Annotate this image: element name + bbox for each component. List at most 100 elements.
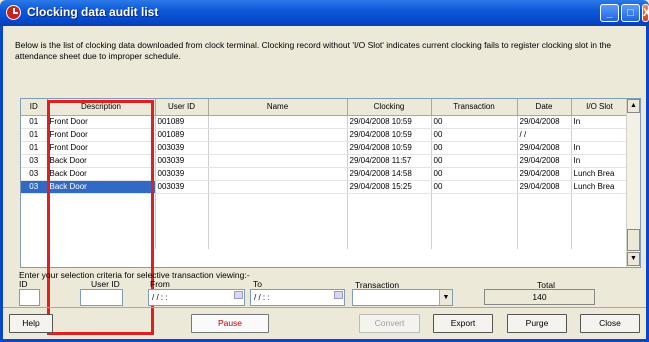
table-row[interactable]: 03 Back Door 003039 29/04/2008 11:57 00 29/04… — [21, 154, 629, 168]
cell-io-slot: Lunch Brea — [571, 167, 629, 181]
empty-cell — [517, 207, 572, 221]
cell-description: Front Door — [47, 128, 156, 142]
scroll-thumb[interactable] — [627, 229, 640, 251]
purge-button[interactable]: Purge — [507, 314, 567, 333]
column-header-date[interactable]: Date — [517, 99, 572, 116]
cell-clocking: 29/04/2008 14:58 — [347, 167, 432, 181]
empty-cell — [155, 193, 209, 207]
empty-cell — [571, 221, 629, 235]
empty-cell — [347, 207, 432, 221]
table-row[interactable]: 01 Front Door 001089 29/04/2008 10:59 00/ / — [21, 128, 629, 142]
from-calendar-icon[interactable] — [234, 291, 243, 299]
empty-cell — [347, 235, 432, 249]
title-bar: Clocking data audit list _ □ X — [0, 0, 649, 26]
cell-description: Back Door — [47, 167, 156, 181]
cell-transaction: 00 — [431, 154, 518, 168]
user-id-field[interactable] — [80, 289, 123, 306]
close-button[interactable]: Close — [580, 314, 640, 333]
empty-cell — [21, 207, 48, 221]
table-row[interactable]: 01 Front Door 003039 29/04/2008 10:59 00 29/0… — [21, 141, 629, 155]
cell-user-id: 003039 — [155, 154, 209, 168]
cell-name — [208, 141, 348, 155]
column-header-clocking[interactable]: Clocking — [347, 99, 432, 116]
clocking-data-grid[interactable]: ID Description User ID Name Clocking Tra… — [20, 98, 641, 268]
scroll-up-arrow-icon[interactable]: ▲ — [627, 99, 640, 113]
cell-clocking: 29/04/2008 15:25 — [347, 180, 432, 194]
cell-id: 03 — [21, 167, 48, 181]
total-value: 140 — [484, 289, 595, 305]
description-text: Below is the list of clocking data downl… — [15, 40, 612, 61]
cell-clocking: 29/04/2008 10:59 — [347, 128, 432, 142]
cell-transaction: 00 — [431, 141, 518, 155]
cell-description: Back Door — [47, 154, 156, 168]
cell-name — [208, 115, 348, 129]
cell-clocking: 29/04/2008 10:59 — [347, 141, 432, 155]
empty-cell — [47, 221, 156, 235]
close-window-button[interactable]: X — [642, 4, 649, 22]
column-header-transaction[interactable]: Transaction — [431, 99, 518, 116]
empty-cell — [517, 221, 572, 235]
table-row[interactable]: 01 Front Door 001089 29/04/2008 10:59 00 29/0… — [21, 115, 629, 129]
clocking-table: ID Description User ID Name Clocking Tra… — [21, 99, 629, 249]
user-id-label: User ID — [91, 279, 120, 289]
column-header-description[interactable]: Description — [47, 99, 156, 116]
cell-id: 01 — [21, 115, 48, 129]
empty-cell — [47, 235, 156, 249]
empty-cell — [431, 221, 518, 235]
column-header-user-id[interactable]: User ID — [155, 99, 209, 116]
empty-cell — [517, 235, 572, 249]
cell-io-slot: Lunch Brea — [571, 180, 629, 194]
column-header-name[interactable]: Name — [208, 99, 348, 116]
table-row[interactable]: 03 Back Door 003039 29/04/2008 15:25 00 29/04… — [21, 180, 629, 194]
empty-cell — [47, 193, 156, 207]
cell-name — [208, 167, 348, 181]
cell-name — [208, 154, 348, 168]
empty-cell — [21, 221, 48, 235]
id-label: ID — [19, 279, 28, 289]
maximize-button[interactable]: □ — [621, 4, 640, 22]
empty-cell — [155, 235, 209, 249]
convert-button[interactable]: Convert — [359, 314, 420, 333]
column-header-io-slot[interactable]: I/O Slot — [571, 99, 629, 116]
cell-date: 29/04/2008 — [517, 167, 572, 181]
cell-name — [208, 180, 348, 194]
from-datetime-field[interactable]: / / : : — [148, 289, 245, 306]
cell-user-id: 001089 — [155, 128, 209, 142]
empty-row — [21, 193, 629, 207]
transaction-select[interactable]: ▼ — [352, 289, 453, 306]
cell-user-id: 001089 — [155, 115, 209, 129]
table-row[interactable]: 03 Back Door 003039 29/04/2008 14:58 00 29/04… — [21, 167, 629, 181]
cell-description: Back Door — [47, 180, 156, 194]
column-header-id[interactable]: ID — [21, 99, 48, 116]
chevron-down-icon[interactable]: ▼ — [439, 290, 452, 305]
empty-row — [21, 221, 629, 235]
cell-date: 29/04/2008 — [517, 141, 572, 155]
empty-cell — [571, 193, 629, 207]
cell-date: 29/04/2008 — [517, 154, 572, 168]
vertical-scrollbar[interactable]: ▲ ▼ — [626, 99, 640, 267]
to-datetime-field[interactable]: / / : : — [250, 289, 345, 306]
empty-cell — [21, 235, 48, 249]
cell-io-slot: In — [571, 141, 629, 155]
minimize-button[interactable]: _ — [600, 4, 619, 22]
cell-description: Front Door — [47, 115, 156, 129]
cell-io-slot — [571, 128, 629, 142]
window-title: Clocking data audit list — [27, 5, 159, 19]
cell-name — [208, 128, 348, 142]
to-calendar-icon[interactable] — [334, 291, 343, 299]
empty-cell — [208, 221, 348, 235]
cell-io-slot: In — [571, 115, 629, 129]
from-label: From — [150, 279, 170, 289]
export-button[interactable]: Export — [433, 314, 493, 333]
cell-date: 29/04/2008 — [517, 115, 572, 129]
empty-cell — [431, 207, 518, 221]
cell-id: 01 — [21, 141, 48, 155]
pause-button[interactable]: Pause — [191, 314, 269, 333]
empty-row — [21, 235, 629, 249]
help-button[interactable]: Help — [9, 314, 53, 333]
scroll-down-arrow-icon[interactable]: ▼ — [627, 252, 640, 266]
cell-id: 03 — [21, 180, 48, 194]
empty-cell — [21, 193, 48, 207]
id-field[interactable] — [19, 289, 40, 306]
cell-id: 03 — [21, 154, 48, 168]
